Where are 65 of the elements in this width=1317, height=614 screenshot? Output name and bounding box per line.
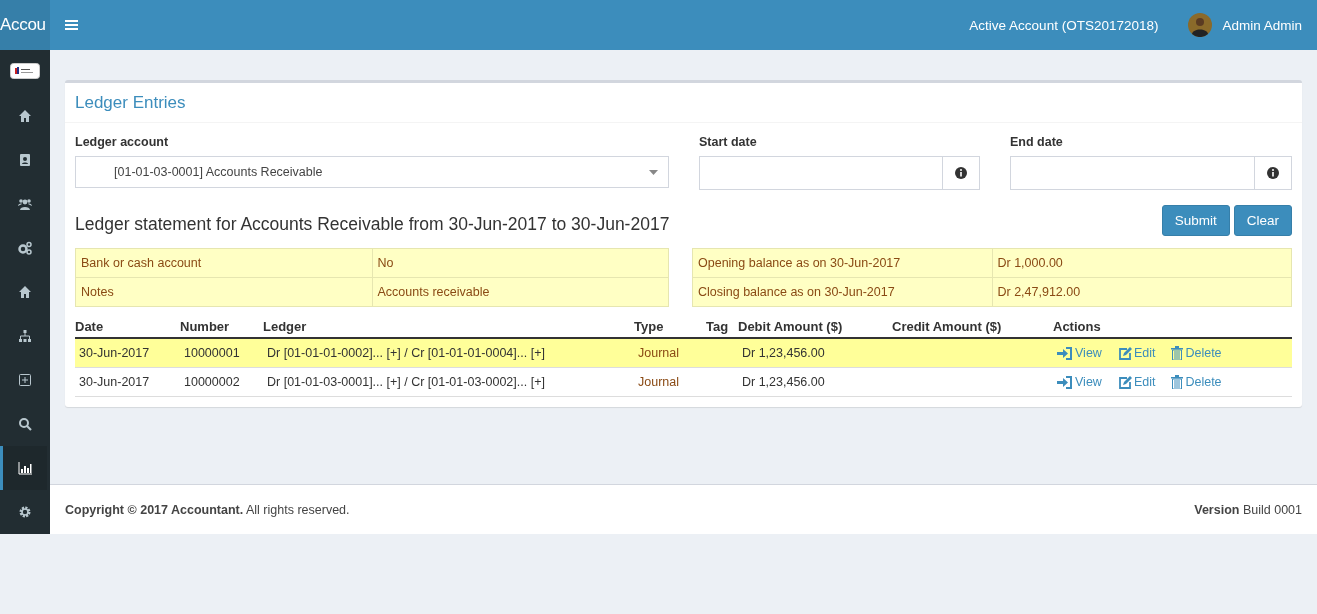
settings-icon xyxy=(18,505,32,519)
users-icon xyxy=(18,197,32,211)
home-icon xyxy=(18,285,32,299)
plus-square-icon xyxy=(18,373,32,387)
caret-icon xyxy=(649,169,658,175)
table-cell-text: 30-Jun-2017 xyxy=(78,375,151,389)
summary-value: Accounts receivable xyxy=(371,278,668,306)
trash-icon xyxy=(1171,375,1184,389)
home-icon xyxy=(18,109,32,123)
view-link[interactable]: View xyxy=(1057,346,1102,360)
delete-link[interactable]: Delete xyxy=(1171,346,1222,360)
column-header: Ledger xyxy=(263,319,308,334)
column-header: Date xyxy=(75,319,105,334)
search-icon xyxy=(18,417,32,431)
view-link[interactable]: View xyxy=(1057,375,1102,389)
gears-icon xyxy=(18,241,32,255)
sign-in-icon xyxy=(1057,346,1073,360)
summary-label: Notes xyxy=(80,284,115,301)
column-header: Number xyxy=(180,319,231,334)
summary-value: Dr 2,47,912.00 xyxy=(991,278,1291,306)
avatar-icon[interactable] xyxy=(1188,13,1213,37)
panel-title: Ledger Entries xyxy=(75,93,186,112)
sign-in-icon xyxy=(1057,375,1073,389)
sidebar-item[interactable] xyxy=(0,446,47,490)
version-text: Version Build 0001 xyxy=(1194,502,1302,517)
summary-value: No xyxy=(371,249,668,277)
statement-title: Ledger statement for Accounts Receivable from 30-Jun-2017 to 30-Jun-2017 xyxy=(75,214,670,235)
table-cell-text: Dr [01-01-01-0002]... [+] / Cr [01-01-01-0004]... [+] xyxy=(266,346,546,360)
menu-icon[interactable] xyxy=(65,19,78,31)
clear-button[interactable]: Clear xyxy=(1233,205,1292,236)
table-cell-text: Journal xyxy=(637,346,680,360)
edit-link[interactable]: Edit xyxy=(1117,346,1156,360)
edit-icon xyxy=(1117,375,1132,389)
edit-icon xyxy=(1117,346,1132,360)
trash-icon xyxy=(1171,346,1184,360)
summary-label: Bank or cash account xyxy=(80,255,203,272)
active-account[interactable]: Active Account (OTS20172018) xyxy=(969,17,1159,33)
column-header: Credit Amount ($) xyxy=(892,319,1003,334)
ledger-account-select[interactable]: [01-01-03-0001] Accounts Receivable xyxy=(75,156,669,188)
summary-label: Closing balance as on 30-Jun-2017 xyxy=(697,284,896,301)
table-cell-text: Dr [01-01-03-0001]... [+] / Cr [01-01-03-0002]... [+] xyxy=(266,375,546,389)
submit-button[interactable]: Submit xyxy=(1161,205,1230,236)
column-header: Actions xyxy=(1053,319,1102,334)
summary-label: Opening balance as on 30-Jun-2017 xyxy=(697,255,902,272)
column-header: Type xyxy=(634,319,665,334)
edit-link[interactable]: Edit xyxy=(1117,375,1156,389)
contact-book-icon xyxy=(18,153,32,167)
field-label: Ledger account xyxy=(75,135,170,149)
summary-value: Dr 1,000.00 xyxy=(991,249,1291,277)
field-label: Start date xyxy=(699,135,758,149)
table-cell-text: Journal xyxy=(637,375,680,389)
field-label: End date xyxy=(1010,135,1064,149)
user-name[interactable]: Admin Admin xyxy=(1222,17,1302,33)
sitemap-icon xyxy=(18,329,32,343)
table-cell-text: 30-Jun-2017 xyxy=(78,346,151,360)
column-header: Debit Amount ($) xyxy=(738,319,844,334)
copyright-text: Copyright © 2017 Accountant. All rights reserved. xyxy=(65,502,350,517)
table-cell-text: 10000001 xyxy=(183,346,241,360)
logo-icon xyxy=(10,63,40,79)
column-header: Tag xyxy=(706,319,730,334)
table-cell-text: Dr 1,23,456.00 xyxy=(741,375,826,389)
bar-chart-icon xyxy=(18,461,32,475)
table-cell-text: 10000002 xyxy=(183,375,241,389)
table-cell-text: Dr 1,23,456.00 xyxy=(741,346,826,360)
delete-link[interactable]: Delete xyxy=(1171,375,1222,389)
